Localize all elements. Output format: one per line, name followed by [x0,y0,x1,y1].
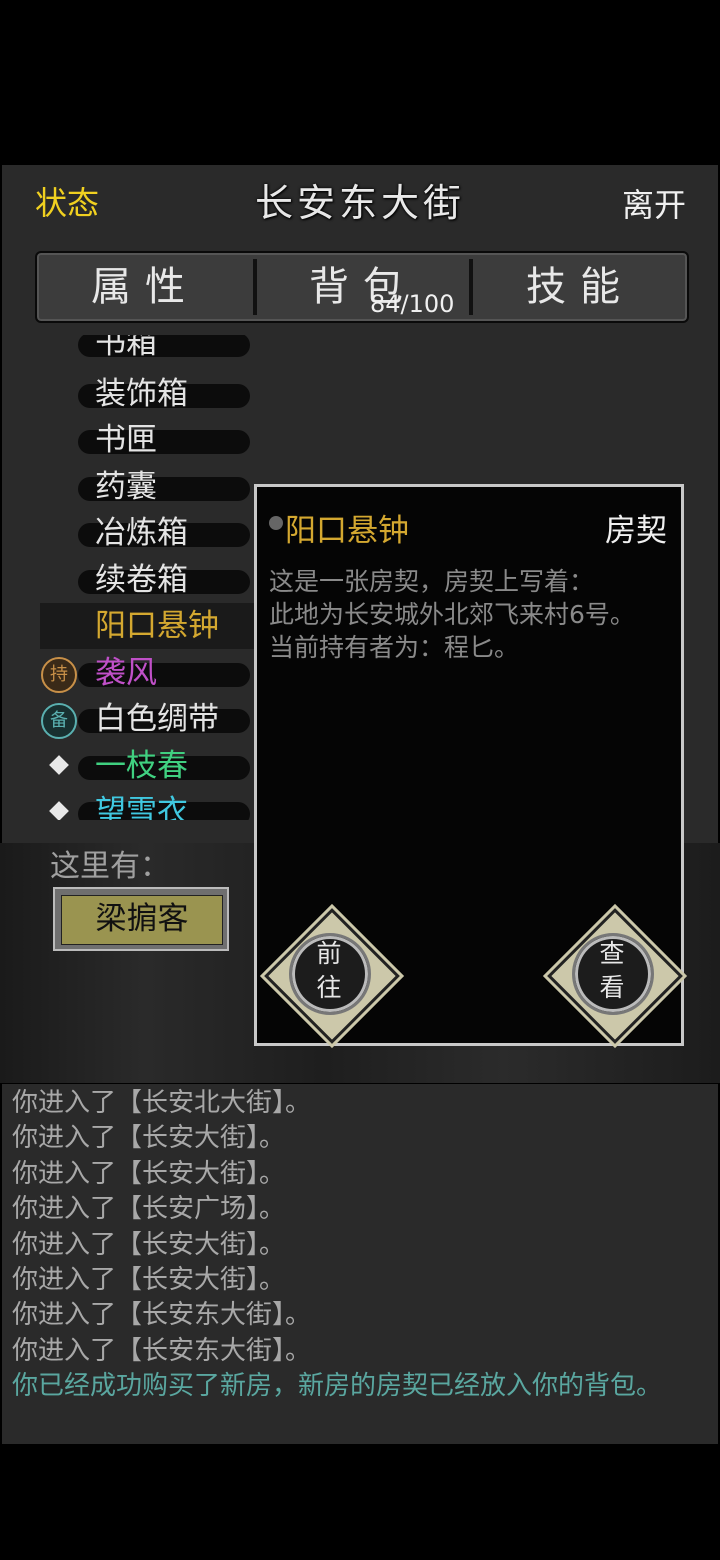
log-line: 你进入了【长安大街】。 [12,1123,286,1154]
item-name: 书匣 [95,422,157,458]
item-name: 冶炼箱 [95,515,188,551]
diamond-marker-icon [49,801,69,820]
list-item[interactable]: 持 袭风 [40,653,255,693]
list-item[interactable]: 装饰箱 [40,374,255,414]
list-item[interactable]: 药囊 [40,467,255,507]
goto-char: 前 [316,939,342,968]
list-item[interactable]: 冶炼箱 [40,513,255,553]
view-char: 查 [599,939,625,968]
description-line: 这是一张房契，房契上写着： [269,567,595,596]
equipped-held-badge-icon: 持 [41,657,77,693]
view-char: 看 [599,973,625,1002]
detail-item-type: 房契 [605,513,667,549]
detail-description: 这是一张房契，房契上写着： 此地为长安城外北郊飞来村6号。 当前持有者为：程匕。 [269,565,677,664]
log-line-highlight: 你已经成功购买了新房，新房的房契已经放入你的背包。 [12,1371,663,1402]
location-title: 长安东大街 [254,181,465,225]
npc-button[interactable]: 梁掮客 [53,887,229,951]
equipped-gear-badge-icon: 备 [41,703,77,739]
tab-skills[interactable]: 技能 [473,253,687,321]
leave-button[interactable]: 离开 [622,180,686,226]
npc-name: 梁掮客 [61,895,223,945]
item-name: 望雪衣 [95,794,188,820]
item-dot-icon [269,516,283,530]
inventory-list[interactable]: 书箱 装饰箱 书匣 药囊 冶炼箱 续卷箱 阳口悬钟 持 袭风 备 白色绸带 一枝… [40,335,255,820]
list-item[interactable]: 书匣 [40,420,255,460]
log-line: 你进入了【长安大街】。 [12,1229,286,1260]
list-item[interactable]: 一枝春 [40,746,255,786]
item-detail-popup: 阳口悬钟 房契 这是一张房契，房契上写着： 此地为长安城外北郊飞来村6号。 当前… [254,484,684,1046]
diamond-marker-icon [49,755,69,775]
item-name: 续卷箱 [95,562,188,598]
item-name: 一枝春 [95,748,188,784]
list-item[interactable]: 书箱 [40,335,255,363]
goto-char: 往 [316,973,342,1002]
log-line: 你进入了【长安北大街】。 [12,1088,312,1118]
list-item[interactable]: 续卷箱 [40,560,255,600]
description-line: 当前持有者为：程匕。 [269,633,520,662]
log-line: 你进入了【长安大街】。 [12,1158,286,1189]
log-line: 你进入了【长安东大街】。 [12,1300,312,1331]
tab-attributes[interactable]: 属性 [37,253,253,321]
list-item[interactable]: 望雪衣 [40,792,255,820]
log-line: 你进入了【长安广场】。 [12,1194,286,1225]
tab-bar: 属性 背包 技能 [35,251,689,323]
here-label: 这里有： [50,849,170,884]
item-name: 书箱 [95,335,157,361]
goto-button[interactable]: 前 往 [263,907,400,1044]
log-line: 你进入了【长安大街】。 [12,1265,286,1296]
detail-item-name: 阳口悬钟 [285,513,409,549]
item-name: 药囊 [95,469,157,505]
item-name: 白色绸带 [95,701,219,737]
view-button[interactable]: 查 看 [546,907,683,1044]
log-line: 你进入了【长安东大街】。 [12,1335,312,1366]
description-line: 此地为长安城外北郊飞来村6号。 [269,600,635,629]
item-name: 袭风 [95,655,157,691]
item-name: 阳口悬钟 [95,608,219,644]
goto-label: 前 往 [309,937,349,1005]
item-name: 装饰箱 [95,376,188,412]
view-label: 查 看 [592,937,632,1005]
bag-capacity: 84/100 [370,290,455,318]
log-lines: 你进入了【长安北大街】。 你进入了【长安大街】。 你进入了【长安大街】。 你进入… [12,1086,702,1405]
list-item[interactable]: 备 白色绸带 [40,699,255,739]
list-item-selected[interactable]: 阳口悬钟 [40,603,255,649]
